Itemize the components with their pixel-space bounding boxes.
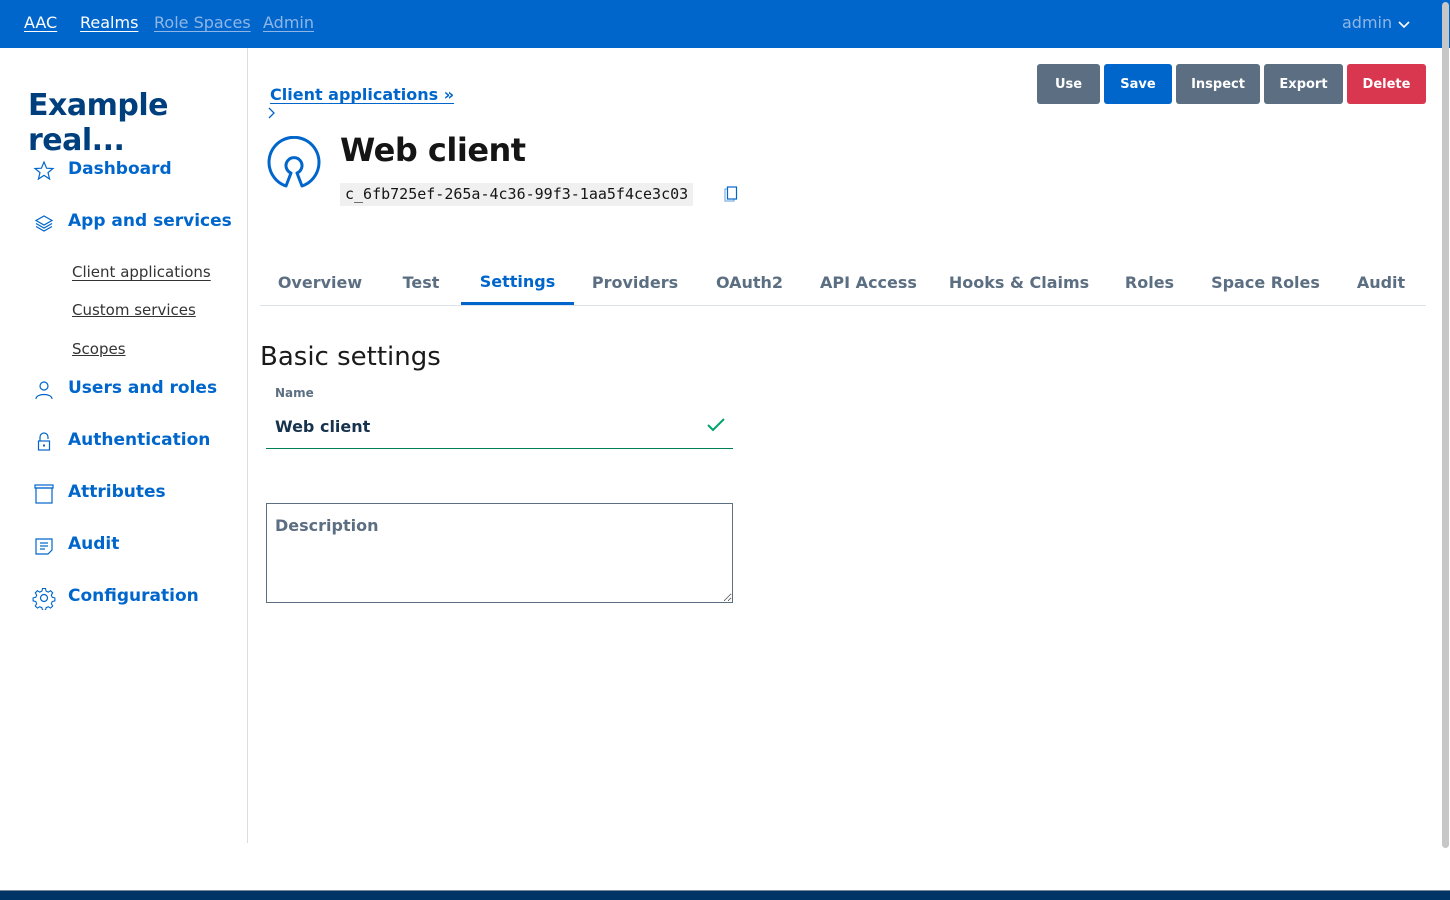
breadcrumb-client-applications[interactable]: Client applications » (270, 85, 454, 104)
tab-roles[interactable]: Roles (1104, 258, 1195, 306)
sidebar-item-attributes[interactable]: Attributes (32, 481, 166, 507)
sidebar-item-label: Audit (68, 534, 120, 554)
inspect-button[interactable]: Inspect (1176, 64, 1260, 104)
sidebar-item-label: Authentication (68, 430, 211, 450)
nav-link-role-spaces[interactable]: Role Spaces (154, 13, 251, 32)
name-label: Name (275, 386, 314, 400)
sidebar-item-users-and-roles[interactable]: Users and roles (32, 377, 217, 403)
description-textarea[interactable] (266, 503, 733, 603)
scrollbar-thumb[interactable] (1442, 2, 1449, 848)
realm-title: Example real... (28, 88, 168, 158)
tab-settings[interactable]: Settings (461, 258, 574, 305)
nav-link-admin[interactable]: Admin (263, 13, 314, 32)
sidebar-subitem-scopes[interactable]: Scopes (72, 340, 126, 358)
export-button[interactable]: Export (1264, 64, 1343, 104)
section-title: Basic settings (260, 342, 441, 372)
tab-providers[interactable]: Providers (574, 258, 696, 306)
sidebar: Example real... Dashboard App and servic… (0, 48, 248, 843)
archive-icon (34, 484, 54, 504)
tab-test[interactable]: Test (380, 258, 462, 306)
user-menu[interactable]: admin (1342, 13, 1392, 32)
tab-oauth2[interactable]: OAuth2 (696, 258, 803, 306)
openid-app-icon (267, 136, 321, 188)
check-icon (707, 418, 725, 432)
copy-icon[interactable] (724, 186, 738, 202)
page-title: Web client (340, 131, 526, 169)
star-icon (33, 160, 55, 181)
client-id: c_6fb725ef-265a-4c36-99f3-1aa5f4ce3c03 (340, 183, 694, 206)
sidebar-item-audit[interactable]: Audit (32, 533, 119, 559)
save-button[interactable]: Save (1104, 64, 1172, 104)
sidebar-item-authentication[interactable]: Authentication (32, 429, 210, 455)
tab-overview[interactable]: Overview (260, 258, 380, 306)
sidebar-item-label: Configuration (68, 586, 199, 606)
sidebar-item-configuration[interactable]: Configuration (32, 585, 199, 611)
tab-hooks-claims[interactable]: Hooks & Claims (934, 258, 1104, 306)
note-icon (35, 538, 53, 555)
chevron-down-icon[interactable] (1397, 18, 1411, 32)
sidebar-item-label: Dashboard (68, 159, 172, 179)
tab-space-roles[interactable]: Space Roles (1195, 258, 1336, 306)
lock-icon (37, 432, 51, 451)
delete-button[interactable]: Delete (1347, 64, 1426, 104)
sidebar-subitem-custom-services[interactable]: Custom services (72, 301, 196, 319)
use-button[interactable]: Use (1037, 64, 1100, 104)
name-input[interactable] (266, 404, 733, 449)
tab-bar: Overview Test Settings Providers OAuth2 … (260, 258, 1426, 306)
user-icon (35, 381, 53, 400)
sidebar-item-app-and-services[interactable]: App and services (32, 210, 232, 236)
action-toolbar: Use Save Inspect Export Delete (1037, 64, 1426, 104)
sidebar-subitem-client-applications[interactable]: Client applications (72, 263, 211, 281)
sidebar-item-label: Users and roles (68, 378, 218, 398)
gear-icon (32, 587, 56, 610)
sidebar-item-dashboard[interactable]: Dashboard (32, 158, 172, 184)
top-navbar: AAC Realms Role Spaces Admin admin (0, 0, 1450, 48)
footer (0, 890, 1450, 900)
chevron-right-icon (268, 107, 275, 119)
nav-link-realms[interactable]: Realms (80, 13, 138, 32)
layers-icon (34, 215, 54, 232)
sidebar-item-label: App and services (68, 211, 232, 231)
sidebar-item-label: Attributes (68, 482, 166, 502)
brand-link[interactable]: AAC (24, 13, 57, 32)
tab-audit[interactable]: Audit (1336, 258, 1426, 306)
page-scrollbar[interactable] (1442, 0, 1450, 890)
tab-api-access[interactable]: API Access (803, 258, 934, 306)
